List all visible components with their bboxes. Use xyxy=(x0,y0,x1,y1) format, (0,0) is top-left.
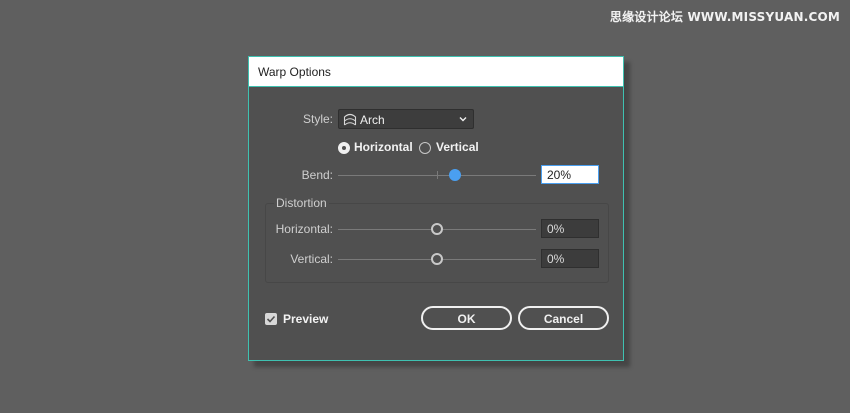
horizontal-radio-label[interactable]: Horizontal xyxy=(354,140,413,154)
style-dropdown[interactable]: Arch xyxy=(338,109,474,129)
preview-checkbox[interactable] xyxy=(265,313,277,325)
distortion-vertical-input[interactable]: 0% xyxy=(541,249,599,268)
bend-value-input[interactable]: 20% xyxy=(541,165,599,184)
distortion-horizontal-label: Horizontal: xyxy=(275,222,333,236)
bend-label: Bend: xyxy=(301,168,333,182)
watermark: 思缘设计论坛 WWW.MISSYUAN.COM xyxy=(609,10,840,24)
distortion-horizontal-input[interactable]: 0% xyxy=(541,219,599,238)
distortion-group-label: Distortion xyxy=(274,196,329,210)
style-value: Arch xyxy=(360,113,385,127)
style-label: Style: xyxy=(302,112,333,126)
dialog-titlebar[interactable]: Warp Options xyxy=(249,57,623,87)
distortion-vertical-slider-handle[interactable] xyxy=(431,253,443,265)
cancel-button[interactable]: Cancel xyxy=(518,306,609,330)
preview-label[interactable]: Preview xyxy=(283,312,328,326)
bend-slider-handle[interactable] xyxy=(449,169,461,181)
checkmark-icon xyxy=(266,315,276,323)
vertical-radio[interactable] xyxy=(419,142,431,154)
ok-button[interactable]: OK xyxy=(421,306,512,330)
chevron-down-icon xyxy=(459,117,467,122)
horizontal-radio[interactable] xyxy=(338,142,350,154)
distortion-group xyxy=(265,203,609,283)
bend-slider-center-tick xyxy=(437,171,438,179)
arch-warp-icon xyxy=(343,113,357,126)
distortion-horizontal-slider-handle[interactable] xyxy=(431,223,443,235)
dialog-title: Warp Options xyxy=(258,65,331,79)
warp-options-dialog: Warp Options Style: Arch Horizontal Vert… xyxy=(248,56,624,361)
vertical-radio-label[interactable]: Vertical xyxy=(436,140,479,154)
distortion-vertical-label: Vertical: xyxy=(290,252,333,266)
